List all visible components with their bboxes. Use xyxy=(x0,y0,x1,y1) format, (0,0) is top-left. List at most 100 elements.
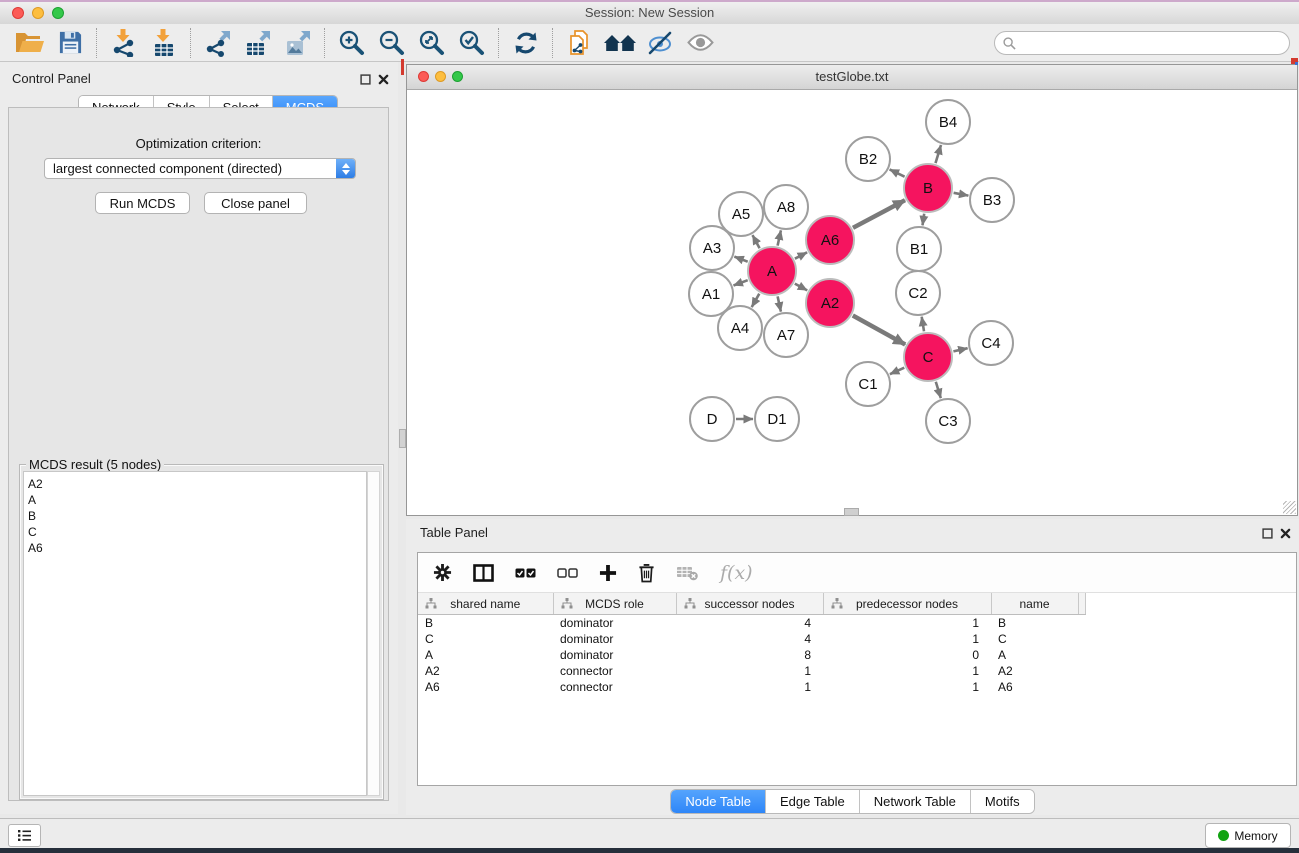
zoom-out-button[interactable] xyxy=(372,26,412,60)
import-network-button[interactable] xyxy=(104,26,144,60)
graph-edge-C-C3[interactable] xyxy=(936,382,941,398)
table-row[interactable]: A6connector11A6 xyxy=(418,679,1085,695)
graph-node-label: A2 xyxy=(821,295,839,312)
search-field[interactable] xyxy=(994,31,1290,55)
graph-node-C4[interactable]: C4 xyxy=(969,321,1013,365)
graph-edge-A-A6[interactable] xyxy=(795,252,807,258)
table-row[interactable]: Bdominator41B xyxy=(418,615,1085,632)
graph-node-A8[interactable]: A8 xyxy=(764,185,808,229)
import-table-button[interactable] xyxy=(144,26,184,60)
graph-node-A[interactable]: A xyxy=(748,247,796,295)
tab-edge-table[interactable]: Edge Table xyxy=(766,790,860,813)
save-session-button[interactable] xyxy=(50,26,90,60)
column-header-shared-name[interactable]: shared name xyxy=(418,593,553,615)
preview-button[interactable] xyxy=(680,26,720,60)
graph-node-C3[interactable]: C3 xyxy=(926,399,970,443)
graph-edge-A-A3[interactable] xyxy=(734,257,747,262)
graph-node-A2[interactable]: A2 xyxy=(806,279,854,327)
table-panel-float-button[interactable] xyxy=(1262,526,1273,537)
graph-node-A3[interactable]: A3 xyxy=(690,226,734,270)
graph-node-D1[interactable]: D1 xyxy=(755,397,799,441)
zoom-selected-button[interactable] xyxy=(452,26,492,60)
column-header-successor-nodes[interactable]: successor nodes xyxy=(676,593,823,615)
close-panel-button[interactable]: Close panel xyxy=(204,192,307,214)
select-all-columns-button[interactable] xyxy=(515,568,536,578)
refresh-layout-button[interactable] xyxy=(506,26,546,60)
graph-node-C1[interactable]: C1 xyxy=(846,362,890,406)
open-session-button[interactable] xyxy=(10,26,50,60)
graph-node-A4[interactable]: A4 xyxy=(718,306,762,350)
table-settings-button[interactable] xyxy=(433,563,452,582)
graph-node-C2[interactable]: C2 xyxy=(896,271,940,315)
create-column-button[interactable] xyxy=(599,564,617,582)
graph-node-B4[interactable]: B4 xyxy=(926,100,970,144)
tab-node-table[interactable]: Node Table xyxy=(671,790,766,813)
deselect-all-columns-button[interactable] xyxy=(557,568,578,578)
show-column-panel-button[interactable] xyxy=(473,564,494,582)
tab-motifs[interactable]: Motifs xyxy=(971,790,1034,813)
new-network-from-selection-button[interactable] xyxy=(560,26,600,60)
column-header-predecessor-nodes[interactable]: predecessor nodes xyxy=(823,593,991,615)
mcds-result-item[interactable]: B xyxy=(28,508,366,524)
graph-edge-A-A1[interactable] xyxy=(734,280,748,285)
graph-edge-A-A5[interactable] xyxy=(753,235,760,248)
splitter-handle-left[interactable] xyxy=(399,429,406,448)
graph-edge-C-C2[interactable] xyxy=(922,317,924,332)
memory-button[interactable]: Memory xyxy=(1205,823,1291,848)
show-hide-button[interactable] xyxy=(640,26,680,60)
tab-network-table[interactable]: Network Table xyxy=(860,790,971,813)
graph-node-D[interactable]: D xyxy=(690,397,734,441)
graph-node-A1[interactable]: A1 xyxy=(689,272,733,316)
function-builder-button[interactable]: f(x) xyxy=(720,562,753,584)
criterion-select[interactable]: largest connected component (directed) xyxy=(44,158,356,179)
export-network-button[interactable] xyxy=(198,26,238,60)
graph-node-B1[interactable]: B1 xyxy=(897,227,941,271)
graph-edge-A2-C[interactable] xyxy=(853,316,905,345)
graph-edge-A-A2[interactable] xyxy=(795,284,807,291)
splitter-handle-bottom[interactable] xyxy=(844,508,859,516)
network-canvas[interactable]: A A1 A2 A3 A4 A5 A6 A7 A8 B B1 B2 B3B4 C C1 C2 C3 C4 D D1 xyxy=(407,90,1297,515)
mcds-list-scrollbar[interactable] xyxy=(367,471,380,796)
table-row[interactable]: A2connector11A2 xyxy=(418,663,1085,679)
task-history-button[interactable] xyxy=(8,824,41,847)
graph-edge-A-A7[interactable] xyxy=(778,296,781,311)
graph-node-B[interactable]: B xyxy=(904,164,952,212)
graph-edge-B-B1[interactable] xyxy=(923,214,925,226)
export-image-button[interactable] xyxy=(278,26,318,60)
delete-columns-button[interactable] xyxy=(638,563,655,583)
control-panel-float-button[interactable] xyxy=(360,72,371,83)
graph-edge-C-C4[interactable] xyxy=(953,348,967,351)
table-row[interactable]: Cdominator41C xyxy=(418,631,1085,647)
trash-icon xyxy=(638,563,655,583)
zoom-in-button[interactable] xyxy=(332,26,372,60)
graph-edge-A-A4[interactable] xyxy=(752,294,760,307)
mcds-result-item[interactable]: A xyxy=(28,492,366,508)
graph-edge-B-B3[interactable] xyxy=(954,193,969,196)
table-panel-close-button[interactable] xyxy=(1280,526,1291,537)
run-mcds-button[interactable]: Run MCDS xyxy=(95,192,190,214)
mcds-result-item[interactable]: A2 xyxy=(28,476,366,492)
column-header-name[interactable]: name xyxy=(991,593,1078,615)
mcds-result-item[interactable]: A6 xyxy=(28,540,366,556)
graph-edge-B-B2[interactable] xyxy=(890,169,905,176)
search-input[interactable] xyxy=(1016,33,1289,53)
mcds-result-item[interactable]: C xyxy=(28,524,366,540)
column-header-mcds-role[interactable]: MCDS role xyxy=(553,593,676,615)
graph-node-A6[interactable]: A6 xyxy=(806,216,854,264)
graph-node-C[interactable]: C xyxy=(904,333,952,381)
graph-node-A7[interactable]: A7 xyxy=(764,313,808,357)
delete-table-button[interactable] xyxy=(676,565,699,581)
first-neighbors-button[interactable] xyxy=(600,26,640,60)
resize-grip[interactable] xyxy=(1283,501,1296,514)
graph-edge-B-B4[interactable] xyxy=(936,145,942,163)
export-table-button[interactable] xyxy=(238,26,278,60)
graph-node-B3[interactable]: B3 xyxy=(970,178,1014,222)
graph-edge-A6-B[interactable] xyxy=(853,200,905,228)
graph-edge-A-A8[interactable] xyxy=(778,230,781,245)
graph-node-B2[interactable]: B2 xyxy=(846,137,890,181)
graph-edge-C-C1[interactable] xyxy=(890,368,904,375)
control-panel-close-button[interactable] xyxy=(378,72,389,83)
zoom-fit-button[interactable] xyxy=(412,26,452,60)
table-row[interactable]: Adominator80A xyxy=(418,647,1085,663)
graph-node-A5[interactable]: A5 xyxy=(719,192,763,236)
